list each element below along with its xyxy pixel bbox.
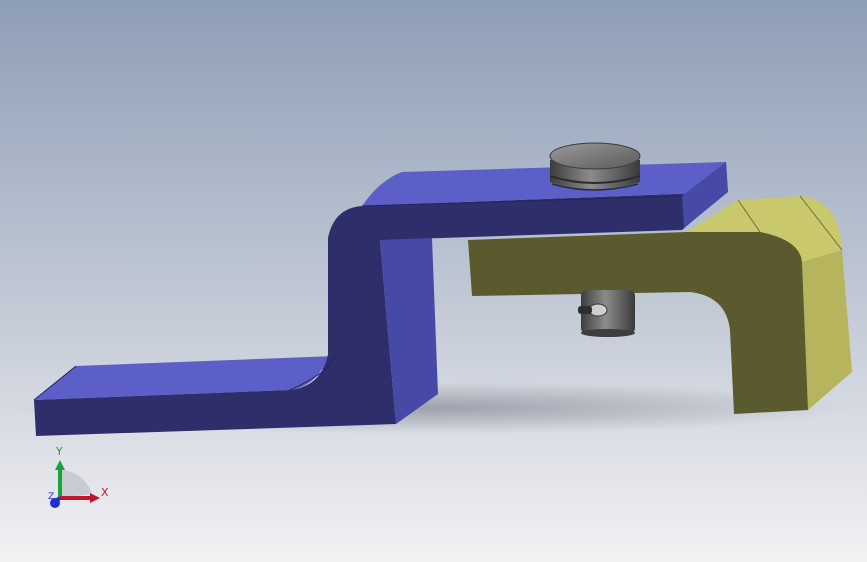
triad-y-label: Y xyxy=(55,445,63,458)
lower-pin-bottom xyxy=(581,329,635,337)
upper-pin-top-face xyxy=(549,142,641,170)
triad-x-label: X xyxy=(101,486,109,499)
lower-pin[interactable] xyxy=(578,290,635,337)
upper-pin[interactable] xyxy=(549,142,641,191)
viewport-canvas[interactable]: Y X Z xyxy=(0,0,867,562)
cad-graphics-viewport[interactable]: Y X Z xyxy=(0,0,867,562)
triad-z-label: Z xyxy=(48,492,54,502)
lower-pin-cross-bar xyxy=(578,306,592,314)
